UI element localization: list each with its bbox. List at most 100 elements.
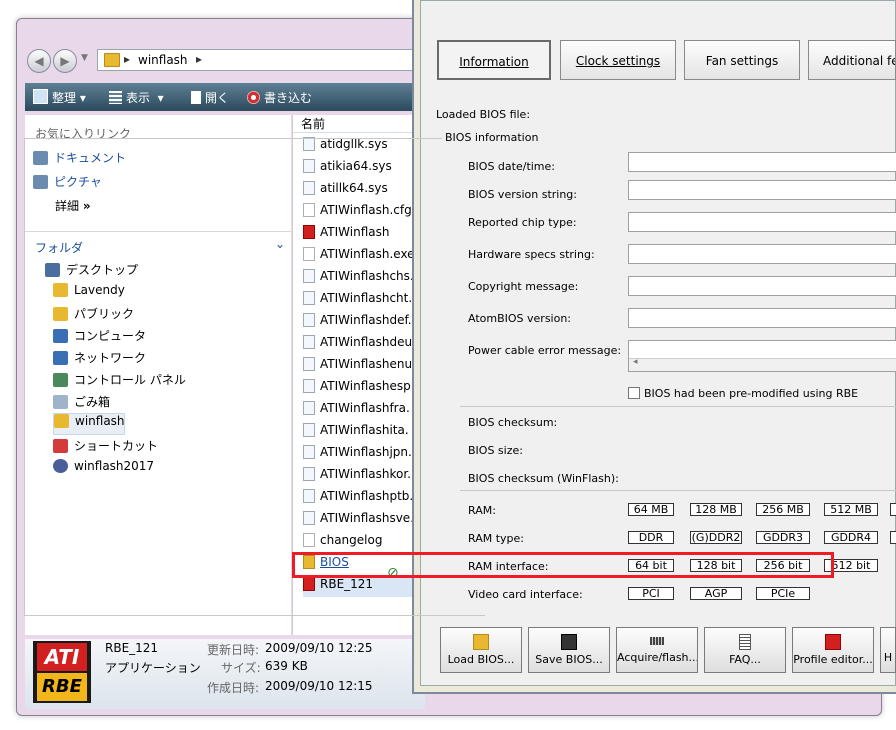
command-bar: 整理 ▾ 表示 ▾ 開く 書き込む <box>25 83 425 111</box>
forward-button[interactable]: ▶ <box>53 49 77 73</box>
open-label: 開く <box>205 91 230 105</box>
organize-label: 整理 <box>52 91 77 105</box>
organize-icon <box>33 89 48 104</box>
ram-type-ddr[interactable]: DDR <box>628 531 674 544</box>
ram-interface-highlight-box <box>292 552 834 578</box>
document-icon <box>739 634 751 650</box>
file-name: RBE_121 <box>105 641 159 655</box>
button-label: Acquire/flash... <box>617 651 698 664</box>
field-label: Reported chip type: <box>468 216 577 229</box>
ram-type-gddr2[interactable]: (G)DDR2 <box>690 531 742 544</box>
button-label: FAQ... <box>729 653 761 666</box>
bios-date-field[interactable] <box>628 152 896 172</box>
faq-button[interactable]: FAQ... <box>704 627 786 673</box>
loaded-bios-label: Loaded BIOS file: <box>436 108 531 121</box>
acquire-flash-button[interactable]: Acquire/flash... <box>616 627 698 673</box>
bios-version-field[interactable] <box>628 180 896 200</box>
checksum-winflash-label: BIOS checksum (WinFlash): <box>468 472 619 485</box>
history-dropdown-icon[interactable]: ▼ <box>81 53 88 63</box>
back-button[interactable]: ◀ <box>27 49 51 73</box>
load-bios-button[interactable]: Load BIOS... <box>440 627 522 673</box>
ram-type-more[interactable] <box>890 531 896 544</box>
address-bar[interactable]: ▸ winflash ▸ <box>97 49 427 71</box>
video-if-pci[interactable]: PCI <box>628 587 674 600</box>
burn-label: 書き込む <box>264 91 313 105</box>
video-if-pcie[interactable]: PCIe <box>756 587 810 600</box>
burn-button[interactable]: 書き込む <box>247 89 312 106</box>
organize-button[interactable]: 整理 ▾ <box>33 89 86 106</box>
document-icon <box>191 91 201 104</box>
address-path[interactable]: winflash <box>138 53 188 67</box>
field-label: Hardware specs string: <box>468 248 595 261</box>
ram-128mb[interactable]: 128 MB <box>690 503 742 516</box>
button-label: Load BIOS... <box>447 653 515 666</box>
tab-clock-settings[interactable]: Clock settings <box>560 40 676 80</box>
divider <box>460 490 896 491</box>
help-button[interactable]: H <box>880 627 896 673</box>
ram-256mb[interactable]: 256 MB <box>756 503 810 516</box>
tab-label: Clock settings <box>575 54 661 68</box>
bios-information-title: BIOS information <box>442 131 542 144</box>
modified-label: 更新日時: <box>207 643 260 657</box>
tab-fan-settings[interactable]: Fan settings <box>684 40 800 80</box>
size-value: 639 KB <box>265 659 308 673</box>
created-label: 作成日時: <box>207 681 260 695</box>
premodified-label: BIOS had been pre-modified using RBE <box>644 387 859 400</box>
ram-more[interactable] <box>890 503 896 516</box>
folder-icon <box>104 53 120 67</box>
ram-512mb[interactable]: 512 MB <box>824 503 878 516</box>
checksum-label: BIOS checksum: <box>468 416 558 429</box>
chevron-right-icon[interactable]: ▸ <box>196 52 202 66</box>
ram-label: RAM: <box>468 504 496 517</box>
bios-information-group <box>24 138 485 616</box>
details-pane: ATI RBE RBE_121 アプリケーション 更新日時: 2009/09/1… <box>25 639 425 709</box>
atombios-version-field[interactable] <box>628 308 896 328</box>
field-label: Power cable error message: <box>468 344 622 357</box>
ram-type-label: RAM type: <box>468 532 524 545</box>
bios-size-label: BIOS size: <box>468 444 523 457</box>
copyright-field[interactable] <box>628 276 896 296</box>
ram-type-gddr3[interactable]: GDDR3 <box>756 531 810 544</box>
hardware-specs-field[interactable] <box>628 244 896 264</box>
tab-label: Information <box>459 55 529 69</box>
rbe-logo: ATI RBE <box>33 641 91 703</box>
modified-value: 2009/09/10 12:25 <box>265 641 373 655</box>
logo-ati-text: ATI <box>37 643 87 671</box>
open-button[interactable]: 開く <box>191 89 229 106</box>
field-label: BIOS date/time: <box>468 160 555 173</box>
button-label: H <box>883 651 893 664</box>
video-interface-label: Video card interface: <box>468 588 583 601</box>
tab-additional-features[interactable]: Additional featu <box>808 40 896 80</box>
ati-logo-icon <box>825 634 841 650</box>
tab-information[interactable]: Information <box>437 40 551 80</box>
button-label: Save BIOS... <box>535 653 603 666</box>
help-icon <box>881 634 895 648</box>
profile-editor-button[interactable]: Profile editor... <box>792 627 874 673</box>
file-type: アプリケーション <box>105 661 201 675</box>
button-label: Profile editor... <box>793 653 873 666</box>
size-label: サイズ: <box>221 661 261 675</box>
power-cable-error-field[interactable]: ◂ <box>628 340 896 372</box>
created-value: 2009/09/10 12:15 <box>265 679 373 693</box>
field-label: AtomBIOS version: <box>468 312 572 325</box>
address-row: ◀ ▶ ▼ ▸ winflash ▸ <box>25 47 427 75</box>
chevron-right-icon[interactable]: ▸ <box>124 52 130 66</box>
floppy-disk-icon <box>561 634 577 650</box>
scroll-left-arrow-icon[interactable]: ◂ <box>633 357 638 367</box>
video-if-agp[interactable]: AGP <box>690 587 742 600</box>
chip-icon <box>650 637 664 645</box>
premodified-checkbox[interactable] <box>628 387 640 399</box>
tab-label: Additional featu <box>823 54 895 68</box>
divider <box>460 406 896 407</box>
ram-type-gddr4[interactable]: GDDR4 <box>824 531 878 544</box>
view-button[interactable]: 表示 ▾ <box>109 89 164 106</box>
field-label: Copyright message: <box>468 280 579 293</box>
save-bios-button[interactable]: Save BIOS... <box>528 627 610 673</box>
view-icon <box>109 91 122 104</box>
folder-open-icon <box>473 634 489 650</box>
ram-64mb[interactable]: 64 MB <box>628 503 674 516</box>
field-label: BIOS version string: <box>468 188 577 201</box>
tab-label: Fan settings <box>705 54 779 68</box>
chip-type-field[interactable] <box>628 212 896 232</box>
horizontal-scrollbar[interactable]: ◂ <box>629 357 896 371</box>
